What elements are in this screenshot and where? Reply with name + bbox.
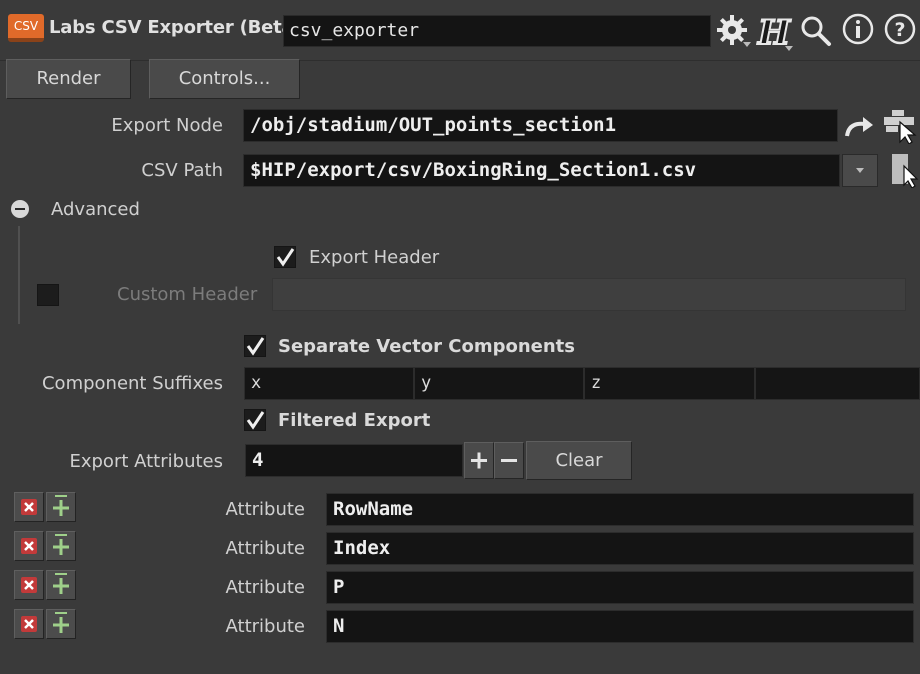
separate-vector-label: Separate Vector Components — [278, 336, 575, 357]
node-chooser-icon[interactable] — [882, 108, 920, 145]
advanced-folder-label[interactable]: Advanced — [51, 199, 140, 220]
attribute-label: Attribute — [225, 538, 305, 559]
search-icon[interactable] — [798, 12, 834, 48]
component-suffixes-label: Component Suffixes — [41, 373, 223, 394]
info-icon[interactable] — [841, 12, 877, 48]
svg-text:?: ? — [894, 19, 905, 41]
jump-to-node-icon[interactable] — [843, 112, 875, 142]
export-attributes-count-field[interactable]: 4 — [245, 444, 463, 477]
delete-attribute-button[interactable] — [14, 570, 44, 600]
filtered-export-label: Filtered Export — [278, 410, 431, 431]
attribute-label: Attribute — [225, 499, 305, 520]
custom-header-toggle[interactable] — [37, 284, 59, 306]
attribute-name-field[interactable]: Index — [326, 532, 914, 565]
attribute-name-field[interactable]: P — [326, 571, 914, 604]
file-chooser-icon[interactable] — [888, 152, 920, 189]
csv-node-icon: CSV — [8, 14, 44, 42]
delete-attribute-button[interactable] — [14, 492, 44, 522]
insert-attribute-button[interactable] — [46, 492, 76, 522]
insert-plus-icon — [53, 534, 69, 555]
attribute-name-field[interactable]: RowName — [326, 493, 914, 526]
node-name-field[interactable]: csv_exporter — [283, 15, 711, 47]
export-node-label: Export Node — [111, 115, 223, 136]
suffix-field-y[interactable]: y — [414, 367, 584, 400]
add-attribute-button[interactable] — [464, 442, 494, 479]
clear-attributes-button[interactable]: Clear — [526, 441, 632, 480]
close-icon — [21, 616, 37, 632]
chevron-down-icon — [856, 168, 864, 173]
insert-plus-icon — [53, 612, 69, 633]
attribute-name-field[interactable]: N — [326, 610, 914, 643]
separate-vector-checkbox[interactable] — [244, 335, 266, 357]
export-header-label: Export Header — [309, 247, 440, 268]
suffix-field-z[interactable]: z — [584, 367, 755, 400]
checkmark-icon — [246, 411, 265, 430]
export-attributes-label: Export Attributes — [69, 451, 223, 472]
node-type-label: Labs CSV Exporter (Beta) — [49, 17, 302, 38]
insert-attribute-button[interactable] — [46, 570, 76, 600]
csv-path-dropdown-button[interactable] — [842, 154, 878, 187]
insert-attribute-button[interactable] — [46, 531, 76, 561]
close-icon — [21, 538, 37, 554]
checkmark-icon — [276, 248, 295, 267]
folder-indent-line — [18, 226, 20, 324]
minus-icon — [501, 459, 517, 462]
export-node-field[interactable]: /obj/stadium/OUT_points_section1 — [243, 109, 838, 142]
remove-attribute-button[interactable] — [494, 442, 524, 479]
close-icon — [21, 499, 37, 515]
delete-attribute-button[interactable] — [14, 609, 44, 639]
checkmark-icon — [246, 337, 265, 356]
render-button[interactable]: Render — [6, 59, 131, 99]
delete-attribute-button[interactable] — [14, 531, 44, 561]
plus-icon — [471, 452, 487, 469]
insert-plus-icon — [53, 495, 69, 516]
controls-button[interactable]: Controls... — [149, 59, 300, 99]
close-icon — [21, 577, 37, 593]
gear-icon[interactable] — [715, 12, 751, 48]
attribute-label: Attribute — [225, 616, 305, 637]
collapse-advanced-icon[interactable] — [11, 200, 29, 218]
custom-header-field[interactable] — [272, 278, 906, 311]
csv-path-field[interactable]: $HIP/export/csv/BoxingRing_Section1.csv — [243, 154, 840, 187]
insert-attribute-button[interactable] — [46, 609, 76, 639]
attribute-label: Attribute — [225, 577, 305, 598]
export-header-checkbox[interactable] — [274, 246, 296, 268]
insert-plus-icon — [53, 573, 69, 594]
csv-path-label: CSV Path — [141, 160, 223, 181]
suffix-field-w[interactable] — [755, 367, 920, 400]
help-icon[interactable]: ? — [882, 12, 918, 48]
houdini-help-icon[interactable]: H — [755, 12, 793, 54]
filtered-export-checkbox[interactable] — [244, 409, 266, 431]
header-divider — [0, 60, 920, 61]
custom-header-label: Custom Header — [117, 284, 258, 305]
suffix-field-x[interactable]: x — [244, 367, 414, 400]
